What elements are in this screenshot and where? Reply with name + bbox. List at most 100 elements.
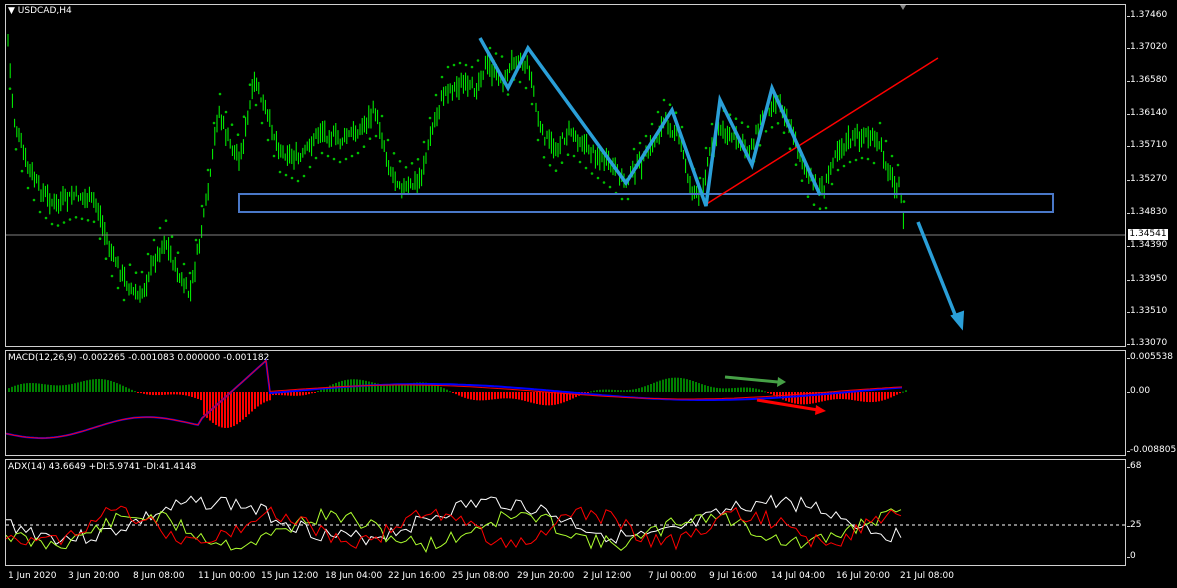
macd-bar xyxy=(122,385,124,392)
macd-bar xyxy=(44,384,46,392)
macd-bar xyxy=(485,392,487,401)
macd-bar xyxy=(533,392,535,404)
psar-dot xyxy=(806,195,810,198)
macd-bar xyxy=(515,392,517,400)
macd-bar xyxy=(83,380,85,392)
psar-dot xyxy=(32,198,36,202)
psar-dot xyxy=(506,93,510,96)
psar-dot xyxy=(872,161,876,165)
psar-dot xyxy=(704,146,708,150)
macd-bar xyxy=(389,385,391,392)
psar-dot xyxy=(266,138,270,142)
macd-bar xyxy=(191,392,193,397)
macd-bar xyxy=(677,377,679,392)
pattern-zigzag xyxy=(478,37,822,207)
macd-bar xyxy=(656,381,658,392)
psar-dot xyxy=(602,181,606,184)
macd-bar xyxy=(689,380,691,392)
psar-dot xyxy=(740,121,744,124)
macd-bar xyxy=(722,388,724,392)
psar-dot xyxy=(74,216,78,219)
psar-dot xyxy=(380,114,384,118)
psar-dot xyxy=(128,263,132,267)
psar-dot xyxy=(584,166,588,170)
trading-terminal: ▼ USDCAD,H4 1.37460 1.37020 1.36580 1.36140… xyxy=(0,0,1177,588)
psar-dot xyxy=(44,216,48,220)
macd-bar xyxy=(119,384,121,392)
macd-bar xyxy=(593,390,595,392)
macd-bar xyxy=(653,382,655,392)
macd-bar xyxy=(620,390,622,392)
red-arrowhead-icon xyxy=(815,405,826,415)
macd-bar xyxy=(614,389,616,392)
macd-bar xyxy=(260,392,262,405)
psar-dot xyxy=(230,123,234,126)
macd-bar xyxy=(446,389,448,392)
macd-bar xyxy=(227,392,229,428)
macd-bar xyxy=(152,392,154,396)
psar-dot xyxy=(440,75,444,79)
macd-bar xyxy=(35,383,37,392)
macd-bar xyxy=(302,392,304,396)
psar-dot xyxy=(308,165,312,169)
macd-bar xyxy=(95,379,97,392)
psar-dot xyxy=(854,158,858,162)
psar-dot xyxy=(650,122,654,126)
macd-bar xyxy=(257,392,259,407)
macd-bar xyxy=(215,392,217,425)
macd-bar xyxy=(77,382,79,392)
macd-bar xyxy=(602,389,604,392)
macd-bar xyxy=(728,388,730,392)
macd-bar xyxy=(851,392,853,400)
macd-bar xyxy=(767,392,769,393)
macd-bar xyxy=(482,392,484,401)
macd-bar xyxy=(248,392,250,415)
psar-dot xyxy=(470,65,474,69)
macd-bar xyxy=(641,387,643,392)
macd-bar xyxy=(305,392,307,395)
macd-bar xyxy=(749,387,751,392)
psar-dot xyxy=(236,133,240,136)
shift-marker-icon xyxy=(900,5,906,10)
macd-bar xyxy=(137,392,139,393)
macd-bar xyxy=(542,392,544,406)
psar-dot xyxy=(320,151,324,155)
psar-dot xyxy=(488,46,492,50)
psar-dot xyxy=(86,219,90,222)
psar-dot xyxy=(680,125,684,129)
macd-bar xyxy=(713,387,715,392)
macd-bar xyxy=(680,377,682,392)
macd-bar xyxy=(101,379,103,392)
macd-bar xyxy=(140,392,142,394)
psar-dot xyxy=(170,235,174,238)
macd-bar xyxy=(884,392,886,400)
macd-bar xyxy=(518,392,520,400)
macd-bar xyxy=(50,385,52,392)
macd-bar xyxy=(623,390,625,392)
macd-bar xyxy=(38,383,40,392)
macd-bar xyxy=(155,392,157,396)
macd-bar xyxy=(770,392,772,394)
macd-bar xyxy=(458,392,460,396)
psar-dot xyxy=(788,147,792,150)
psar-dot xyxy=(404,166,408,169)
psar-dot xyxy=(890,154,894,158)
macd-bar xyxy=(743,387,745,392)
psar-dot xyxy=(536,138,540,142)
macd-bar xyxy=(665,378,667,392)
psar-dot xyxy=(110,274,114,278)
macd-bar xyxy=(632,389,634,392)
macd-bar xyxy=(233,392,235,426)
psar-dot xyxy=(158,226,162,230)
psar-dot xyxy=(476,59,480,62)
macd-bar xyxy=(530,392,532,403)
psar-dot xyxy=(494,52,498,55)
psar-dot xyxy=(272,154,276,158)
macd-bar xyxy=(239,392,241,423)
macd-bar xyxy=(857,392,859,401)
macd-bar xyxy=(62,385,64,392)
macd-bar xyxy=(92,379,94,392)
psar-dot xyxy=(116,286,120,290)
psar-dot xyxy=(662,98,666,102)
psar-dot xyxy=(284,173,288,177)
